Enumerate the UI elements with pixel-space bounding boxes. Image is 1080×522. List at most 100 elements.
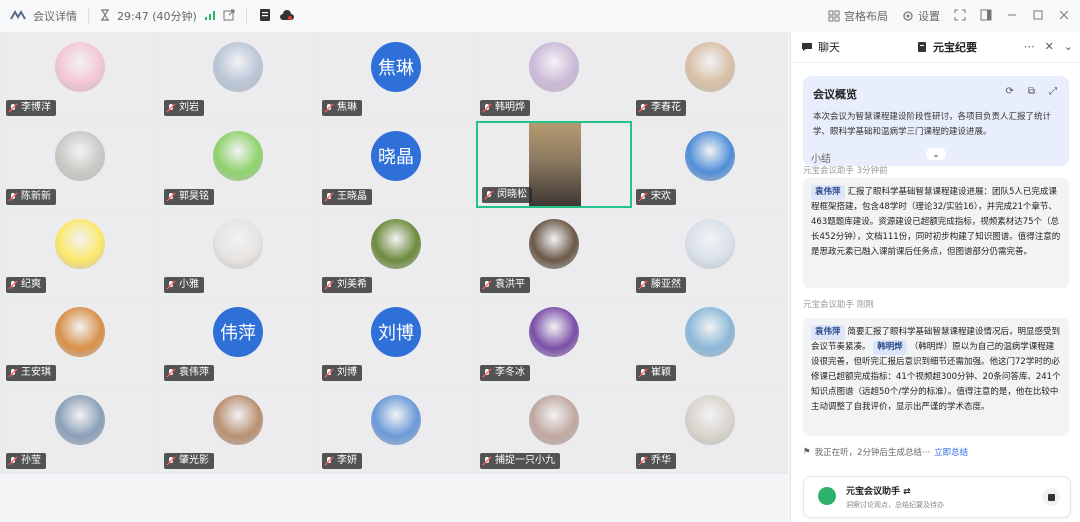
participant-name: 孙莹	[21, 455, 41, 466]
close-icon[interactable]	[1058, 9, 1070, 24]
avatar-text: 伟萍	[213, 307, 263, 357]
participant-name: 捕捉一只小九	[495, 455, 555, 466]
expand-icon[interactable]: ⤢	[1049, 86, 1057, 97]
notes-icon[interactable]	[258, 8, 272, 25]
participant-name-tag: 李春花	[636, 100, 686, 116]
tab-chat[interactable]: 聊天	[791, 32, 850, 62]
participant-name-tag: 崔颖	[636, 365, 676, 381]
participant-name-tag: 陈新新	[6, 189, 56, 205]
participant-tile[interactable]: 郭昊铭	[160, 121, 316, 208]
participant-tile[interactable]: 乔华	[632, 385, 788, 472]
participant-tile[interactable]: 晓晶 王晓晶	[318, 121, 474, 208]
cloud-record-icon[interactable]	[279, 9, 295, 24]
video-feed	[529, 123, 581, 206]
participant-tile[interactable]: 李冬冰	[476, 297, 632, 384]
mic-muted-icon	[482, 368, 492, 378]
message-1-text: 汇报了眼科学基础智慧课程建设进展：团队5人已完成课程框架搭建，包含48学时（理论…	[811, 187, 1061, 257]
participant-tile[interactable]: 李春花	[632, 32, 788, 119]
participant-name: 刘岩	[179, 102, 199, 113]
collapse-toggle[interactable]: ⌄	[926, 148, 946, 160]
avatar	[55, 42, 105, 92]
summarize-now-link[interactable]: 立即总结	[934, 446, 968, 458]
layout-button[interactable]: 宫格布局	[828, 8, 888, 24]
mention-tag[interactable]: 袁伟萍	[811, 185, 845, 200]
message-2-header: 元宝会议助手 刚刚	[803, 300, 874, 310]
stop-button[interactable]	[1042, 488, 1060, 506]
sidebar-toggle-icon[interactable]	[980, 9, 992, 24]
participant-tile[interactable]: 伟萍 袁伟萍	[160, 297, 316, 384]
assistant-card[interactable]: 元宝会议助手 ⇄ 洞察讨论观点，总结纪要及待办	[803, 476, 1071, 518]
message-1: 袁伟萍 汇报了眼科学基础智慧课程建设进展：团队5人已完成课程框架搭建，包含48学时…	[803, 178, 1069, 288]
participant-tile[interactable]: 刘美希	[318, 209, 474, 296]
participant-tile[interactable]: 韩明烨	[476, 32, 632, 119]
grid-footer	[0, 474, 788, 522]
meeting-logo-icon	[10, 9, 26, 24]
mic-muted-icon	[482, 103, 492, 113]
participant-name: 王晓晶	[337, 191, 367, 202]
participant-tile[interactable]: 滕亚然	[632, 209, 788, 296]
participant-tile[interactable]: 肇光影	[160, 385, 316, 472]
participant-name: 李春花	[651, 102, 681, 113]
meeting-info-link[interactable]: 会议详情	[33, 8, 77, 24]
minimize-icon[interactable]	[1006, 9, 1018, 24]
notes-tab-icon	[918, 42, 926, 52]
participant-name-tag: 纪爽	[6, 277, 46, 293]
participant-tile[interactable]: 纪爽	[2, 209, 158, 296]
participant-name-tag: 刘博	[322, 365, 362, 381]
participant-tile[interactable]: 李博洋	[2, 32, 158, 119]
participant-name: 崔颖	[651, 367, 671, 378]
assistant-name: 元宝会议助手 ⇄	[846, 487, 911, 497]
participant-tile[interactable]: 焦琳 焦琳	[318, 32, 474, 119]
participant-tile[interactable]: 李妍	[318, 385, 474, 472]
participant-name: 李妍	[337, 455, 357, 466]
avatar	[371, 395, 421, 445]
maximize-icon[interactable]	[1032, 9, 1044, 24]
tab-notes[interactable]: 元宝纪要	[906, 32, 987, 62]
fullscreen-icon[interactable]	[954, 9, 966, 24]
participant-name: 陈新新	[21, 191, 51, 202]
participant-name-tag: 宋欢	[636, 189, 676, 205]
avatar	[529, 42, 579, 92]
participant-tile[interactable]: 小雅	[160, 209, 316, 296]
participant-name-tag: 刘美希	[322, 277, 372, 293]
switch-icon: ⇄	[903, 487, 911, 497]
mic-muted-icon	[8, 280, 18, 290]
chevron-down-icon[interactable]: ⌄	[1064, 40, 1073, 53]
mic-muted-icon	[482, 456, 492, 466]
mention-tag[interactable]: 韩明烨	[873, 340, 907, 355]
share-out-icon[interactable]	[223, 9, 235, 24]
panel-close-icon[interactable]: ✕	[1045, 40, 1054, 53]
mic-muted-icon	[638, 192, 648, 202]
participant-tile[interactable]: 王安琪	[2, 297, 158, 384]
mic-muted-icon	[166, 103, 176, 113]
participant-tile[interactable]: 陈新新	[2, 121, 158, 208]
participant-tile[interactable]: 捕捉一只小九	[476, 385, 632, 472]
mic-muted-icon	[638, 456, 648, 466]
avatar	[529, 395, 579, 445]
mic-muted-icon	[166, 456, 176, 466]
settings-button[interactable]: 设置	[902, 8, 940, 24]
participant-name-tag: 王晓晶	[322, 189, 372, 205]
participant-tile[interactable]: 宋欢	[632, 121, 788, 208]
avatar	[529, 307, 579, 357]
participant-tile[interactable]: 崔颖	[632, 297, 788, 384]
more-icon[interactable]: ⋯	[1024, 40, 1035, 53]
participant-name: 焦琳	[337, 102, 357, 113]
participant-tile[interactable]: 孙莹	[2, 385, 158, 472]
mention-tag[interactable]: 袁伟萍	[811, 325, 845, 340]
participant-name-tag: 小雅	[164, 277, 204, 293]
participant-name: 滕亚然	[651, 279, 681, 290]
participant-name-tag: 肇光影	[164, 453, 214, 469]
participant-tile[interactable]: 刘岩	[160, 32, 316, 119]
mic-muted-icon	[166, 280, 176, 290]
participant-tile[interactable]: 闵晓松	[476, 121, 632, 208]
avatar	[213, 131, 263, 181]
mic-muted-icon	[638, 103, 648, 113]
participant-name: 韩明烨	[495, 102, 525, 113]
participant-tile[interactable]: 袁洪平	[476, 209, 632, 296]
participant-name: 郭昊铭	[179, 191, 209, 202]
refresh-icon[interactable]: ⟳	[1005, 86, 1013, 97]
participant-tile[interactable]: 刘博 刘博	[318, 297, 474, 384]
message-2: 袁伟萍 简要汇报了眼科学基础智慧课程建设情况后，明显感受到会议节奏紧凑。 韩明烨（…	[803, 318, 1069, 436]
copy-icon[interactable]: ⧉	[1028, 86, 1035, 97]
